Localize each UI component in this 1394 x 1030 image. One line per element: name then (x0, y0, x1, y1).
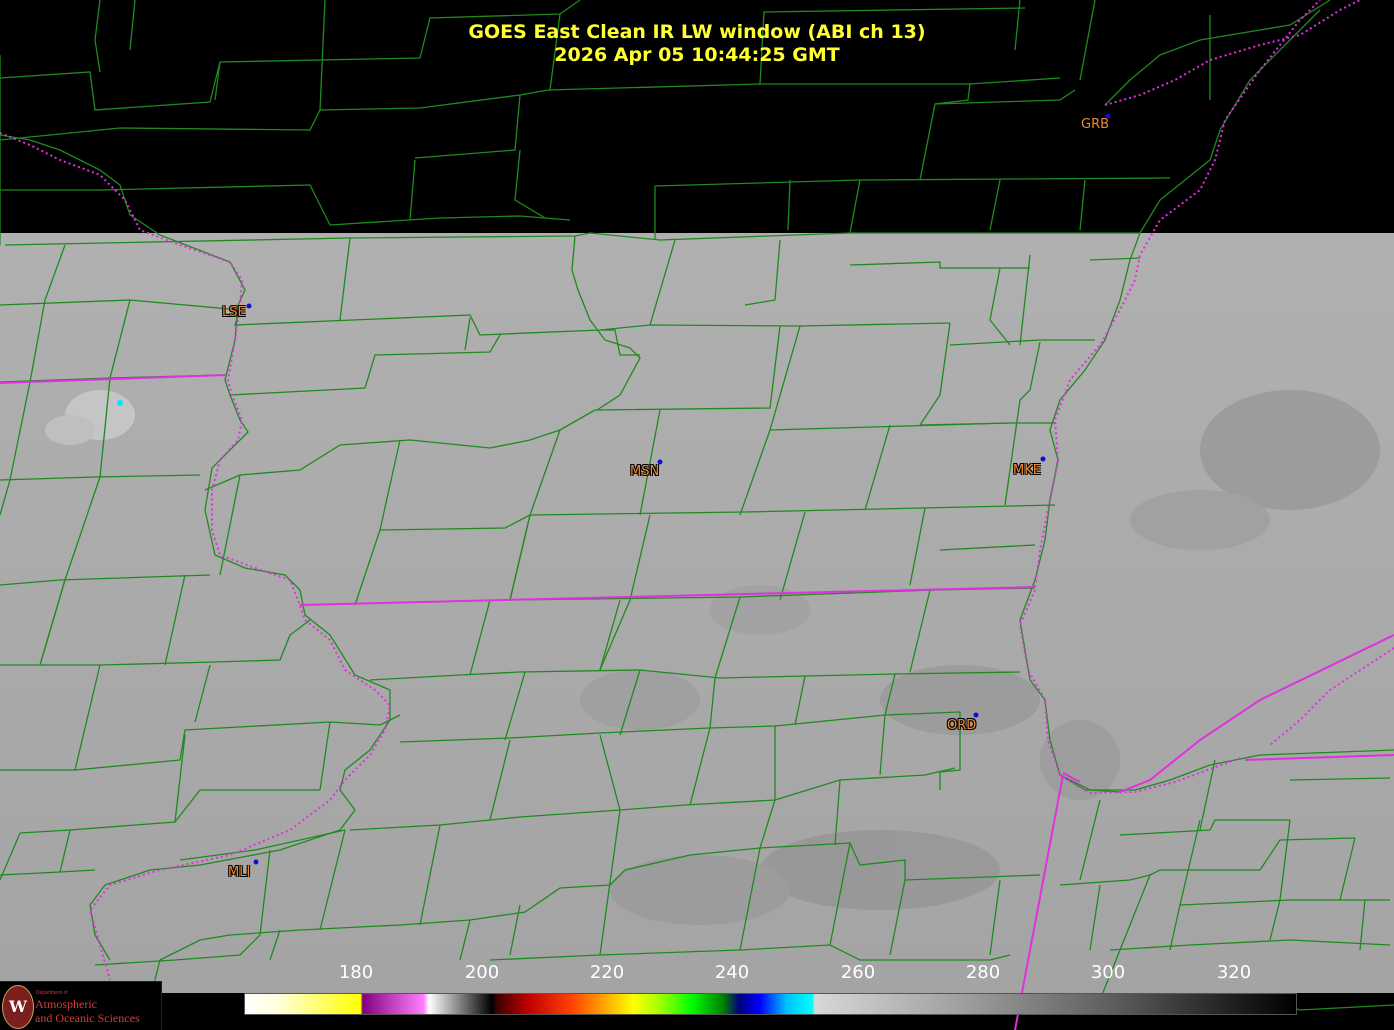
station-dot-lse (246, 303, 252, 309)
colorbar-tick-300: 300 (1090, 962, 1126, 983)
colorbar-tick-220: 220 (589, 962, 625, 983)
station-label-msn: MSN (630, 464, 660, 479)
colorbar-tick-180: 180 (338, 962, 374, 983)
colorbar-tick-260: 260 (840, 962, 876, 983)
station-label-grb: GRB (1081, 117, 1110, 132)
station-label-mli: MLI (228, 865, 251, 880)
aos-logo: W Department of Atmospheric and Oceanic … (0, 981, 162, 1030)
station-dot-mli (253, 859, 259, 865)
station-label-ord: ORD (947, 718, 977, 733)
station-dot-ord (973, 712, 979, 718)
temperature-colorbar (244, 993, 1297, 1015)
cold-pixel (117, 400, 123, 406)
image-title: GOES East Clean IR LW window (ABI ch 13) (468, 21, 926, 43)
ir-satellite-map (0, 0, 1394, 1030)
logo-name-line1: Atmospheric (35, 997, 97, 1011)
colorbar-tick-320: 320 (1216, 962, 1252, 983)
colorbar-tick-200: 200 (464, 962, 500, 983)
logo-dept-text: Department of (36, 990, 68, 996)
uw-seal-icon: W (2, 985, 34, 1029)
logo-name-line2: and Oceanic Sciences (35, 1011, 140, 1025)
image-timestamp: 2026 Apr 05 10:44:25 GMT (554, 44, 840, 66)
colorbar-tick-280: 280 (965, 962, 1001, 983)
station-dot-mke (1040, 456, 1046, 462)
colorbar-tick-240: 240 (714, 962, 750, 983)
station-label-mke: MKE (1013, 463, 1041, 478)
satellite-image-viewer: GOES East Clean IR LW window (ABI ch 13)… (0, 0, 1394, 1030)
station-label-lse: LSE (222, 305, 246, 320)
